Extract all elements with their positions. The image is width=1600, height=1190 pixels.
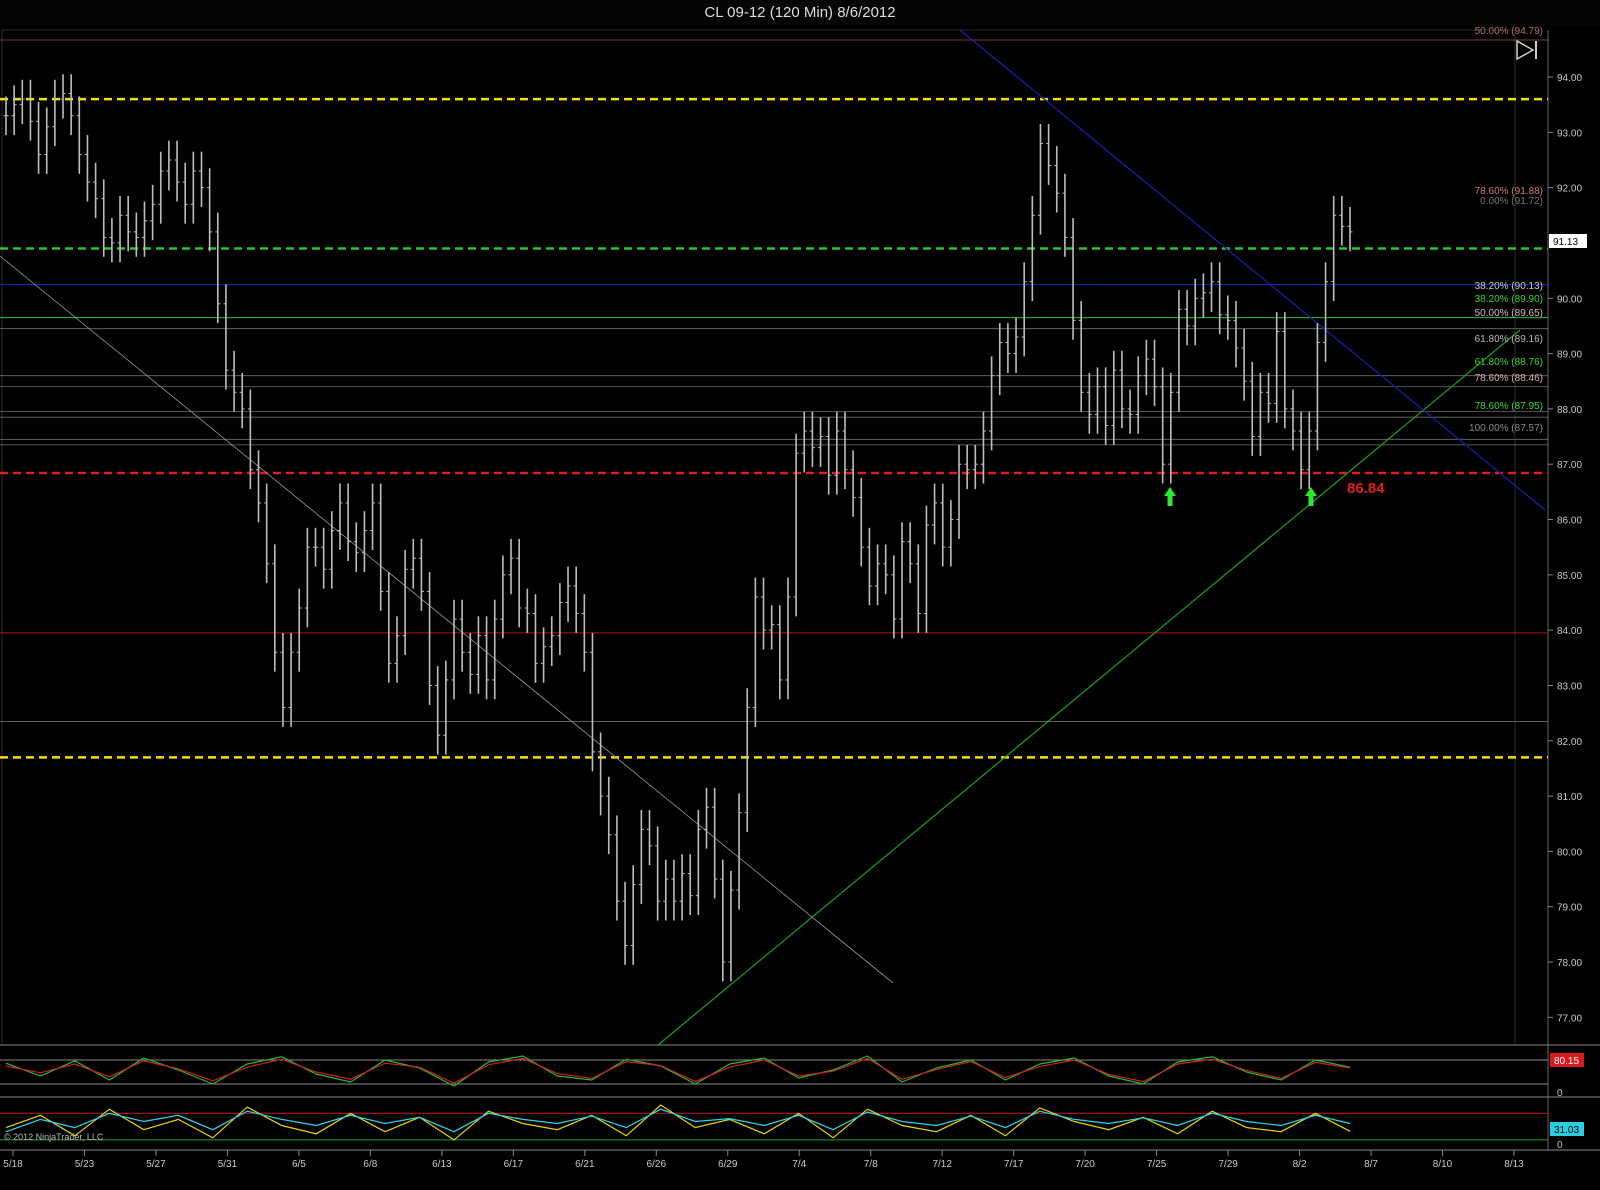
x-tick-label: 6/26 <box>647 1159 667 1170</box>
fib-level-label: 100.00% (87.57) <box>1469 423 1543 434</box>
x-tick-label: 5/23 <box>75 1159 95 1170</box>
fib-level-label: 78.60% (88.46) <box>1475 373 1543 384</box>
fib-level-label: 38.20% (90.13) <box>1475 281 1543 292</box>
x-tick-label: 8/2 <box>1293 1159 1307 1170</box>
x-tick-label: 8/10 <box>1433 1159 1453 1170</box>
arrow-up-icon <box>1164 487 1176 506</box>
x-tick-label: 7/25 <box>1147 1159 1167 1170</box>
y-tick-label: 92.00 <box>1557 184 1582 195</box>
x-tick-label: 7/4 <box>792 1159 806 1170</box>
x-tick-label: 7/8 <box>864 1159 878 1170</box>
indicator-y-tick-label: 0 <box>1557 1088 1563 1099</box>
fib-level-label: 78.60% (87.95) <box>1475 401 1543 412</box>
skip-forward-icon[interactable] <box>1516 39 1537 61</box>
x-tick-label: 5/27 <box>146 1159 166 1170</box>
y-tick-label: 84.00 <box>1557 626 1582 637</box>
arrow-up-icon <box>1305 487 1317 506</box>
indicator1-value: 80.15 <box>1554 1056 1579 1067</box>
indicator-y-tick-label: 0 <box>1557 1140 1563 1151</box>
x-tick-label: 6/29 <box>718 1159 738 1170</box>
fib-level-label: 61.80% (89.16) <box>1475 334 1543 345</box>
y-tick-label: 90.00 <box>1557 294 1582 305</box>
x-tick-label: 6/8 <box>363 1159 377 1170</box>
fib-level-label: 50.00% (94.79) <box>1475 26 1543 37</box>
y-tick-label: 89.00 <box>1557 350 1582 361</box>
x-tick-label: 8/13 <box>1504 1159 1524 1170</box>
x-tick-label: 7/29 <box>1218 1159 1238 1170</box>
y-tick-label: 87.00 <box>1557 460 1582 471</box>
current-price-value: 91.13 <box>1553 237 1578 248</box>
indicator-series-line <box>5 1104 1351 1141</box>
x-tick-label: 5/31 <box>218 1159 238 1170</box>
y-tick-label: 81.00 <box>1557 792 1582 803</box>
fib-level-label: 38.20% (89.90) <box>1475 294 1543 305</box>
indicator2-value: 31.03 <box>1554 1125 1579 1136</box>
y-tick-label: 85.00 <box>1557 571 1582 582</box>
y-tick-label: 93.00 <box>1557 128 1582 139</box>
y-tick-label: 83.00 <box>1557 681 1582 692</box>
x-tick-label: 7/12 <box>932 1159 952 1170</box>
fib-level-label: 0.00% (91.72) <box>1480 196 1543 207</box>
x-tick-label: 5/18 <box>3 1159 23 1170</box>
y-tick-label: 78.00 <box>1557 958 1582 969</box>
x-tick-label: 8/7 <box>1364 1159 1378 1170</box>
indicator-series-line <box>5 1057 1351 1084</box>
diagonal-line <box>0 255 894 984</box>
copyright-text: © 2012 NinjaTrader, LLC <box>4 1132 104 1142</box>
x-tick-label: 7/20 <box>1075 1159 1095 1170</box>
fib-level-label: 61.80% (88.76) <box>1475 357 1543 368</box>
y-tick-label: 82.00 <box>1557 737 1582 748</box>
y-tick-label: 79.00 <box>1557 903 1582 914</box>
x-tick-label: 6/17 <box>504 1159 524 1170</box>
y-tick-label: 94.00 <box>1557 73 1582 84</box>
chart-window: CL 09-12 (120 Min) 8/6/2012 50.00% (94.7… <box>0 0 1600 1190</box>
support-level-label: 86.84 <box>1347 480 1385 497</box>
x-tick-label: 6/5 <box>292 1159 306 1170</box>
x-tick-label: 7/17 <box>1004 1159 1024 1170</box>
y-tick-label: 88.00 <box>1557 405 1582 416</box>
y-tick-label: 86.00 <box>1557 516 1582 527</box>
y-tick-label: 80.00 <box>1557 847 1582 858</box>
x-tick-label: 6/21 <box>575 1159 595 1170</box>
y-tick-label: 77.00 <box>1557 1013 1582 1024</box>
price-chart[interactable]: 50.00% (94.79)78.60% (91.88)0.00% (91.72… <box>0 0 1600 1190</box>
x-tick-label: 6/13 <box>432 1159 452 1170</box>
main-panel-border <box>1 29 1516 1046</box>
fib-level-label: 50.00% (89.65) <box>1475 308 1543 319</box>
